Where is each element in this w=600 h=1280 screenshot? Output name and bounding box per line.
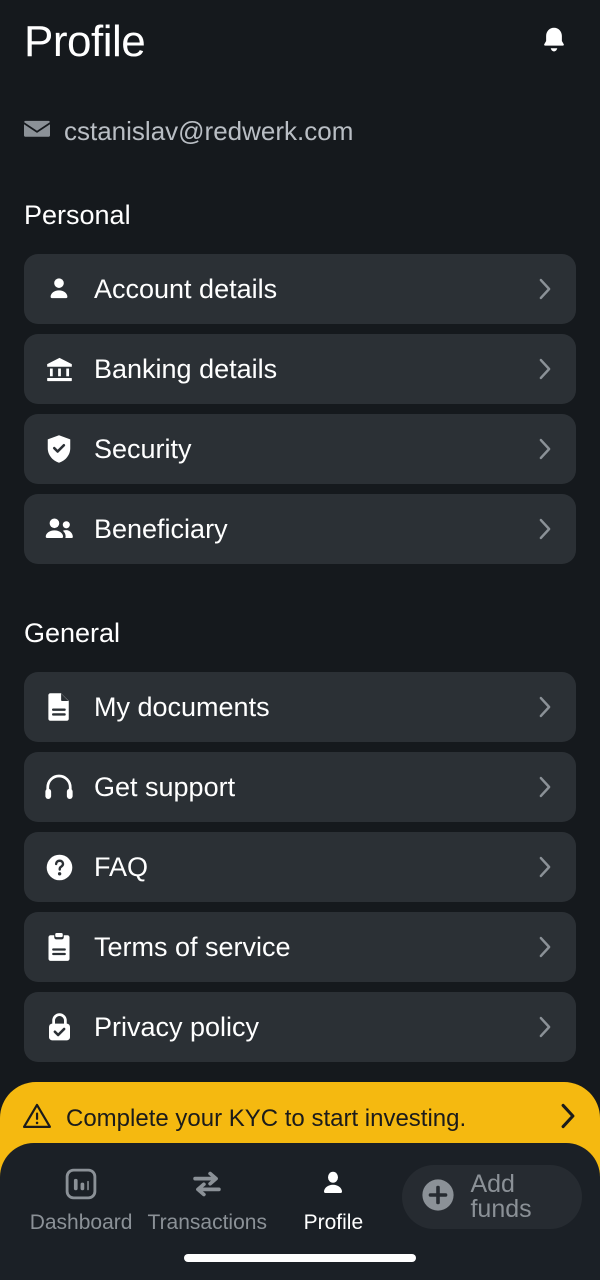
envelope-icon — [24, 119, 50, 144]
row-label: Terms of service — [94, 931, 291, 962]
row-banking-details[interactable]: Banking details — [24, 334, 576, 404]
row-privacy-policy[interactable]: Privacy policy — [24, 992, 576, 1062]
row-label: Get support — [94, 771, 236, 802]
notifications-button[interactable] — [532, 20, 576, 64]
person-icon — [42, 272, 76, 306]
person-icon — [318, 1165, 348, 1203]
row-label: Security — [94, 433, 192, 464]
row-my-documents[interactable]: My documents — [24, 672, 576, 742]
home-indicator — [184, 1254, 416, 1262]
nav-label: Transactions — [147, 1211, 267, 1234]
personal-list: Account details Banking details Security… — [0, 254, 600, 564]
kyc-banner-message: Complete your KYC to start investing. — [66, 1104, 467, 1132]
row-label: Banking details — [94, 353, 278, 384]
people-icon — [42, 512, 76, 546]
section-general: General My documents Get support FAQ Ter… — [0, 620, 600, 1072]
page-title: Profile — [24, 17, 146, 66]
warning-triangle-icon — [22, 1102, 52, 1135]
nav-item-profile[interactable]: Profile — [270, 1165, 396, 1233]
chevron-right-icon — [534, 696, 556, 718]
kyc-banner-content: Complete your KYC to start investing. — [22, 1102, 578, 1135]
header: Profile — [0, 0, 600, 84]
row-account-details[interactable]: Account details — [24, 254, 576, 324]
help-circle-icon — [42, 850, 76, 884]
bell-icon — [539, 24, 569, 61]
add-funds-button[interactable]: Add funds — [402, 1165, 582, 1229]
section-title-personal: Personal — [24, 200, 131, 230]
row-terms-of-service[interactable]: Terms of service — [24, 912, 576, 982]
row-get-support[interactable]: Get support — [24, 752, 576, 822]
row-label: Account details — [94, 273, 278, 304]
chevron-right-icon — [534, 438, 556, 460]
chevron-right-icon — [534, 278, 556, 300]
chevron-right-icon — [534, 776, 556, 798]
nav-label: Dashboard — [29, 1211, 133, 1234]
account-email-text: cstanislav@redwerk.com — [64, 116, 354, 146]
section-title-general: General — [24, 618, 121, 648]
nav-item-dashboard[interactable]: Dashboard — [18, 1165, 144, 1233]
nav-item-transactions[interactable]: Transactions — [144, 1165, 270, 1233]
swap-arrows-icon — [190, 1165, 224, 1203]
chevron-right-icon — [534, 518, 556, 540]
chevron-right-icon — [534, 358, 556, 380]
row-label: Beneficiary — [94, 513, 228, 544]
chevron-right-icon — [534, 856, 556, 878]
bar-chart-icon — [64, 1165, 98, 1203]
row-beneficiary[interactable]: Beneficiary — [24, 494, 576, 564]
bank-icon — [42, 352, 76, 386]
profile-screen: Profile cstanislav@redwerk.com Personal — [0, 0, 600, 1280]
row-security[interactable]: Security — [24, 414, 576, 484]
headset-icon — [42, 770, 76, 804]
chevron-right-icon — [534, 1016, 556, 1038]
account-email: cstanislav@redwerk.com — [24, 118, 353, 144]
shield-check-icon — [42, 432, 76, 466]
section-personal: Personal Account details Banking details… — [0, 202, 600, 574]
lock-check-icon — [42, 1010, 76, 1044]
row-label: FAQ — [94, 851, 149, 882]
chevron-right-icon — [534, 936, 556, 958]
document-icon — [42, 690, 76, 724]
chevron-right-icon — [558, 1103, 578, 1134]
add-funds-label: Add funds — [470, 1170, 532, 1223]
row-label: Privacy policy — [94, 1011, 260, 1042]
row-faq[interactable]: FAQ — [24, 832, 576, 902]
row-label: My documents — [94, 691, 270, 722]
nav-label: Profile — [303, 1211, 364, 1234]
clipboard-icon — [42, 930, 76, 964]
general-list: My documents Get support FAQ Terms of se… — [0, 672, 600, 1062]
plus-circle-icon — [420, 1177, 456, 1218]
